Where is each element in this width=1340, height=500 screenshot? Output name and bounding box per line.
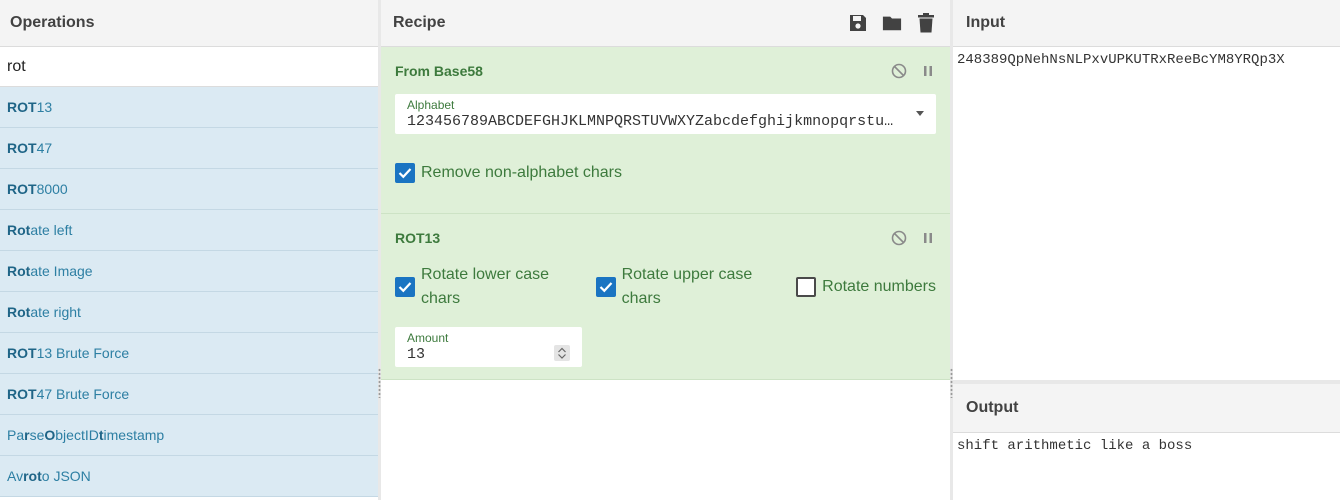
- operations-list: ROT 13 ROT 47 ROT 8000 Rot ate left Rot ate Image…: [0, 87, 378, 497]
- rotate-upper-option: Rotate upper case chars: [595, 263, 776, 311]
- operation-item[interactable]: Rot ate left: [0, 210, 378, 251]
- operations-search-input[interactable]: [7, 57, 367, 76]
- operation-item[interactable]: ROT 47: [0, 128, 378, 169]
- disable-icon[interactable]: [891, 230, 907, 246]
- output-header: Output: [953, 384, 1340, 433]
- operations-search[interactable]: [0, 47, 378, 87]
- operation-item[interactable]: ROT 8000: [0, 169, 378, 210]
- rotate-numbers-option: Rotate numbers: [796, 275, 936, 299]
- rotate-numbers-label: Rotate numbers: [822, 278, 936, 295]
- input-text-area[interactable]: 248389QpNehNsNLPxvUPKUTRxReeBcYM8YRQp3X: [953, 47, 1340, 380]
- recipe-pane: Recipe From Base58 Alphabet 123456789ABC…: [381, 0, 950, 500]
- from-base58-controls: [891, 63, 936, 79]
- operation-text: 13: [36, 99, 53, 115]
- operation-text: imestamp: [103, 427, 165, 443]
- save-icon[interactable]: [848, 13, 868, 33]
- operation-text: bjectID: [55, 427, 99, 443]
- operation-item[interactable]: ROT 13: [0, 87, 378, 128]
- rot13-operation: ROT13 Rotate lower case chars Rotate upp…: [381, 214, 950, 380]
- operation-match-text: ROT: [7, 386, 37, 402]
- alphabet-value: 123456789ABCDEFGHJKLMNPQRSTUVWXYZabcdefg…: [407, 113, 899, 130]
- rot13-header: ROT13: [395, 214, 936, 261]
- input-header: Input: [953, 0, 1340, 47]
- operation-item[interactable]: Pa r se ObjectID t imestamp: [0, 415, 378, 456]
- output-text-area[interactable]: shift arithmetic like a boss: [953, 433, 1340, 459]
- operation-match-text: ro: [23, 468, 38, 484]
- amount-field[interactable]: Amount 13: [395, 327, 582, 367]
- rotate-lower-checkbox[interactable]: [395, 277, 415, 297]
- operation-item[interactable]: Rot ate Image: [0, 251, 378, 292]
- operation-text: Av: [7, 468, 24, 484]
- operation-text: 47 Brute Force: [36, 386, 130, 402]
- operation-match-text: Rot: [7, 222, 31, 238]
- from-base58-title: From Base58: [395, 62, 483, 79]
- operation-text: ate left: [30, 222, 73, 238]
- operation-item[interactable]: ROT 13 Brute Force: [0, 333, 378, 374]
- remove-non-alphabet-checkbox[interactable]: [395, 163, 415, 183]
- rot13-options: Rotate lower case chars Rotate upper cas…: [395, 261, 936, 313]
- output-section: Output shift arithmetic like a boss: [953, 384, 1340, 459]
- alphabet-select[interactable]: Alphabet 123456789ABCDEFGHJKLMNPQRSTUVWX…: [395, 94, 936, 134]
- operation-text: se: [29, 427, 45, 443]
- rot13-title: ROT13: [395, 229, 441, 246]
- cyberchef-app: Operations ROT13ROT47ROT8000Rotate leftR…: [0, 0, 1340, 500]
- operation-item[interactable]: Av ro to JSON: [0, 456, 378, 497]
- folder-icon[interactable]: [882, 13, 902, 33]
- operation-match-text: O: [44, 427, 56, 443]
- recipe-title: Recipe: [393, 14, 446, 31]
- pause-icon[interactable]: [920, 63, 936, 79]
- rotate-numbers-checkbox[interactable]: [796, 277, 817, 297]
- rotate-upper-label: Rotate upper case chars: [621, 266, 753, 307]
- operation-match-text: ROT: [7, 140, 37, 156]
- rot13-controls: [891, 230, 936, 246]
- trash-icon[interactable]: [916, 13, 936, 33]
- amount-stepper[interactable]: [554, 345, 570, 361]
- operation-text: Pa: [7, 427, 25, 443]
- operation-match-text: ROT: [7, 181, 37, 197]
- chevron-down-icon[interactable]: [916, 111, 924, 116]
- operation-item[interactable]: ROT 47 Brute Force: [0, 374, 378, 415]
- amount-value[interactable]: 13: [407, 346, 425, 363]
- rotate-lower-option: Rotate lower case chars: [395, 263, 575, 311]
- remove-non-alphabet-label: Remove non-alphabet chars: [421, 164, 623, 181]
- rotate-upper-checkbox[interactable]: [595, 277, 616, 297]
- output-title: Output: [966, 399, 1019, 416]
- operation-match-text: Rot: [7, 263, 31, 279]
- operations-header: Operations: [0, 0, 378, 47]
- operation-text: ate right: [30, 304, 81, 320]
- recipe-toolbar: [848, 13, 936, 33]
- operation-match-text: ROT: [7, 99, 37, 115]
- operation-text: 47: [36, 140, 53, 156]
- amount-label: Amount: [407, 331, 449, 345]
- operation-text: 8000: [36, 181, 68, 197]
- disable-icon[interactable]: [891, 63, 907, 79]
- operation-text: ate Image: [30, 263, 93, 279]
- operation-text: o JSON: [41, 468, 91, 484]
- input-title: Input: [966, 14, 1006, 31]
- operation-item[interactable]: Rot ate right: [0, 292, 378, 333]
- operations-pane: Operations ROT13ROT47ROT8000Rotate leftR…: [0, 0, 378, 500]
- from-base58-header: From Base58: [395, 47, 936, 94]
- from-base58-operation: From Base58 Alphabet 123456789ABCDEFGHJK…: [381, 47, 950, 214]
- recipe-header: Recipe: [381, 0, 950, 47]
- operation-match-text: Rot: [7, 304, 31, 320]
- io-pane: Input 248389QpNehNsNLPxvUPKUTRxReeBcYM8Y…: [953, 0, 1340, 500]
- operation-match-text: ROT: [7, 345, 37, 361]
- rotate-lower-label: Rotate lower case chars: [421, 266, 550, 307]
- alphabet-label: Alphabet: [407, 98, 455, 112]
- operations-title: Operations: [10, 14, 95, 31]
- operation-text: 13 Brute Force: [36, 345, 130, 361]
- remove-non-alphabet-option: Remove non-alphabet chars: [395, 161, 936, 185]
- pause-icon[interactable]: [920, 230, 936, 246]
